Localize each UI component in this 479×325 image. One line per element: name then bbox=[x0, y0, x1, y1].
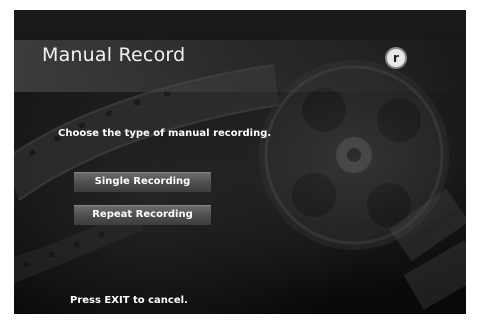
repeat-recording-button[interactable]: Repeat Recording bbox=[74, 205, 211, 225]
exit-hint-text: Press EXIT to cancel. bbox=[70, 295, 188, 306]
instruction-text: Choose the type of manual recording. bbox=[58, 128, 272, 139]
manual-record-screen: ADMIT ONE ADMIT ONE Manual Record r Choo… bbox=[14, 10, 466, 314]
brand-logo-icon: r bbox=[387, 49, 405, 67]
logo-letter: r bbox=[393, 51, 399, 65]
single-recording-button[interactable]: Single Recording bbox=[74, 172, 211, 192]
page-title: Manual Record bbox=[42, 44, 186, 66]
